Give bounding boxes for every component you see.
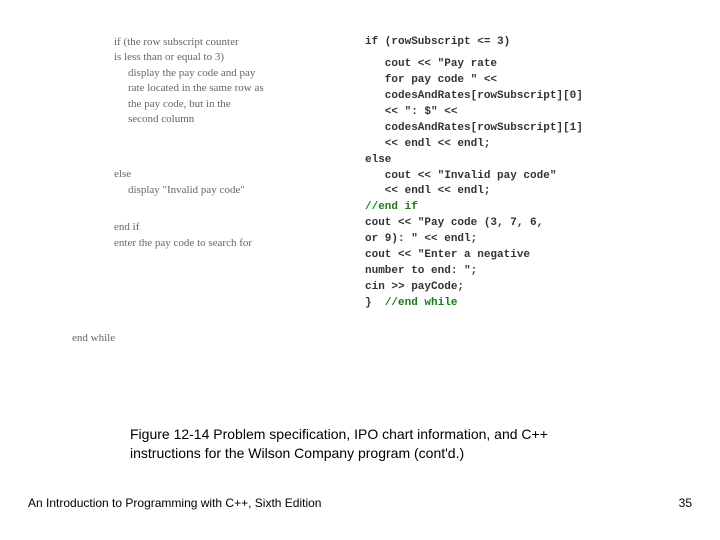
code-line: cout << "Pay code (3, 7, 6,	[365, 216, 645, 232]
figure-content: if (the row subscript counter is less th…	[100, 35, 660, 346]
pseudo-line: display the pay code and pay	[128, 66, 335, 81]
code-line: << endl << endl;	[365, 184, 645, 200]
code-line: cin >> payCode;	[365, 280, 645, 296]
code-line: number to end: ";	[365, 264, 645, 280]
code-line: if (rowSubscript <= 3)	[365, 35, 645, 51]
pseudo-line: display "Invalid pay code"	[128, 183, 335, 198]
pseudo-line: rate located in the same row as	[128, 81, 335, 96]
closing-brace: }	[365, 297, 385, 309]
pseudo-line: the pay code, but in the	[128, 97, 335, 112]
code-line: cout << "Invalid pay code"	[365, 169, 645, 185]
book-title: An Introduction to Programming with C++,…	[28, 496, 321, 510]
code-line: << endl << endl;	[365, 137, 645, 153]
code-line: cout << "Enter a negative	[365, 248, 645, 264]
page-number: 35	[679, 496, 692, 510]
code-line: codesAndRates[rowSubscript][0]	[365, 89, 645, 105]
cpp-code-column: if (rowSubscript <= 3) cout << "Pay rate…	[365, 35, 645, 346]
code-line: codesAndRates[rowSubscript][1]	[365, 121, 645, 137]
code-line: or 9): " << endl;	[365, 232, 645, 248]
pseudo-line: if (the row subscript counter	[114, 35, 335, 50]
code-line: else	[365, 153, 645, 169]
code-line: cout << "Pay rate	[365, 57, 645, 73]
pseudo-line: enter the pay code to search for	[114, 236, 335, 251]
pseudo-line: else	[114, 167, 335, 182]
code-comment-line: //end if	[365, 200, 645, 216]
figure-caption: Figure 12-14 Problem specification, IPO …	[130, 425, 610, 463]
code-comment-line: //end while	[385, 297, 458, 309]
pseudo-line: is less than or equal to 3)	[114, 50, 335, 65]
pseudo-line: end while	[72, 331, 335, 346]
pseudocode-column: if (the row subscript counter is less th…	[100, 35, 335, 346]
code-endwhile-line: } //end while	[365, 296, 645, 312]
code-line: << ": $" <<	[365, 105, 645, 121]
code-line: for pay code " <<	[365, 73, 645, 89]
pseudo-line: end if	[114, 220, 335, 235]
slide-footer: An Introduction to Programming with C++,…	[28, 496, 692, 510]
pseudo-line: second column	[128, 112, 335, 127]
